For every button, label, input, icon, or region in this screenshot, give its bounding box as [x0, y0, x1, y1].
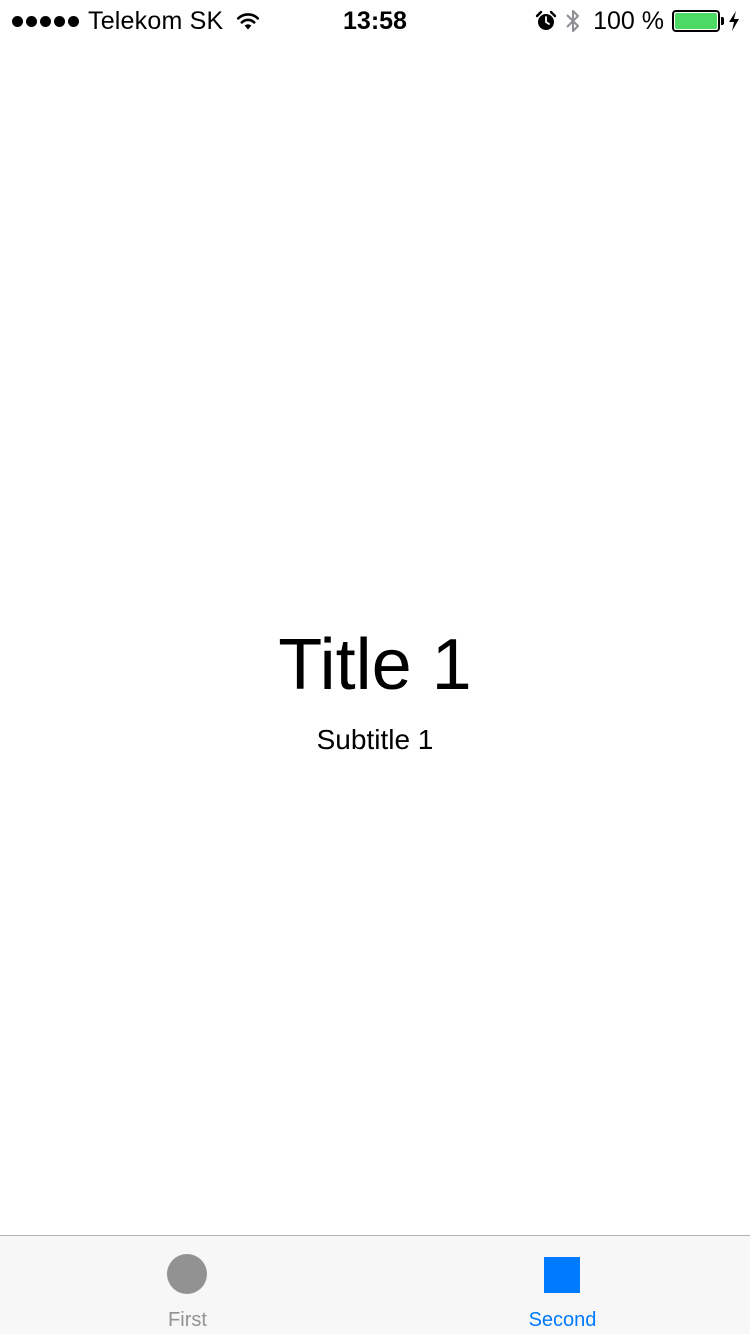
bluetooth-icon	[566, 10, 580, 32]
tab-second[interactable]: Second	[375, 1236, 750, 1334]
square-icon	[544, 1257, 580, 1293]
status-bar: Telekom SK 13:58 100 %	[0, 0, 750, 40]
tab-first-label: First	[168, 1309, 207, 1331]
charging-bolt-icon	[729, 11, 739, 31]
tab-first[interactable]: First	[0, 1236, 375, 1334]
battery-fill	[675, 13, 717, 29]
circle-icon	[167, 1254, 207, 1294]
battery-percent: 100 %	[593, 6, 664, 35]
battery-icon	[672, 10, 724, 32]
screen: Telekom SK 13:58 100 % Title 1 Subtitle …	[0, 0, 750, 1334]
page-subtitle: Subtitle 1	[316, 724, 434, 755]
tab-second-label: Second	[528, 1309, 597, 1331]
status-right: 100 %	[535, 6, 740, 36]
battery-nub	[721, 17, 724, 25]
tab-bar: First Second	[0, 1235, 750, 1334]
alarm-icon	[535, 10, 557, 30]
main-content: Title 1 Subtitle 1	[0, 620, 750, 758]
page-title: Title 1	[278, 625, 472, 705]
